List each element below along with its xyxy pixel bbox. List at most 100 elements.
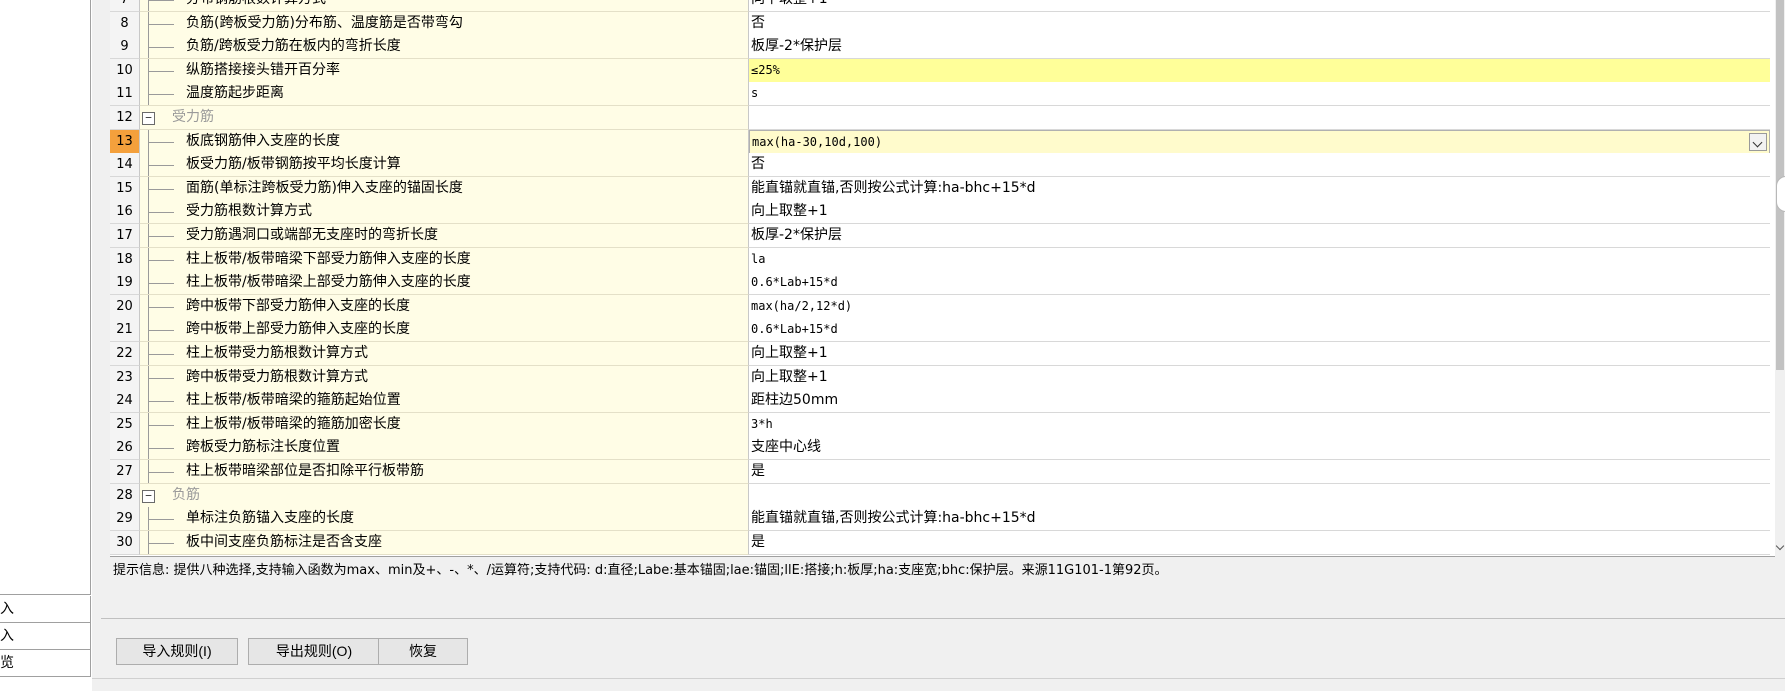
sidebar-item-input-2[interactable]: 输入 (0, 623, 91, 650)
rule-name-cell[interactable]: 跨中板带受力筋根数计算方式 (140, 365, 749, 390)
row-number[interactable]: 10 (110, 58, 140, 83)
rule-name-cell[interactable]: 跨板受力筋标注长度位置 (140, 436, 749, 461)
table-row[interactable]: 14 板受力筋/板带钢筋按平均长度计算 否 (110, 153, 1775, 178)
rule-name-cell[interactable]: 柱上板带/板带暗梁的箍筋起始位置 (140, 389, 749, 414)
rule-value-cell[interactable]: 能直锚就直锚,否则按公式计算:ha-bhc+15*d (749, 507, 1770, 532)
table-row[interactable]: 8 负筋(跨板受力筋)分布筋、温度筋是否带弯勾 否 (110, 11, 1775, 36)
row-number[interactable]: 13 (110, 129, 140, 154)
table-row[interactable]: 16 受力筋根数计算方式 向上取整+1 (110, 200, 1775, 225)
rule-value-cell[interactable] (749, 106, 1770, 130)
chevron-down-icon[interactable] (1749, 132, 1767, 151)
row-number[interactable]: 23 (110, 365, 140, 390)
rule-value-cell[interactable]: 是 (749, 530, 1770, 555)
rule-name-cell[interactable]: 受力筋根数计算方式 (140, 200, 749, 225)
table-row[interactable]: 11 温度筋起步距离 s (110, 82, 1775, 107)
floating-handle[interactable] (1776, 176, 1785, 212)
rule-name-cell[interactable]: 温度筋起步距离 (140, 82, 749, 107)
table-row[interactable]: 13 板底钢筋伸入支座的长度 max(ha-30,10d,100) (110, 129, 1775, 154)
row-number[interactable]: 28 (110, 483, 140, 508)
row-number[interactable]: 29 (110, 507, 140, 532)
rule-value-cell[interactable]: 是 (749, 460, 1770, 484)
rule-name-cell[interactable]: 负筋(跨板受力筋)分布筋、温度筋是否带弯勾 (140, 11, 749, 36)
table-row[interactable]: 10 纵筋搭接接头错开百分率 ≤25% (110, 58, 1775, 83)
group-row[interactable]: 28− 负筋 (110, 483, 1775, 508)
table-row[interactable]: 19 柱上板带/板带暗梁上部受力筋伸入支座的长度 0.6*Lab+15*d (110, 271, 1775, 296)
rule-value-combobox[interactable]: max(ha-30,10d,100) (749, 129, 1770, 154)
table-row[interactable]: 24 柱上板带/板带暗梁的箍筋起始位置 距柱边50mm (110, 389, 1775, 414)
row-number[interactable]: 24 (110, 389, 140, 414)
table-row[interactable]: 25 柱上板带/板带暗梁的箍筋加密长度 3*h (110, 412, 1775, 437)
rule-name-cell[interactable]: 跨中板带下部受力筋伸入支座的长度 (140, 294, 749, 319)
rule-name-cell[interactable]: 柱上板带受力筋根数计算方式 (140, 342, 749, 366)
rule-value-cell[interactable]: 向下取整+1 (749, 0, 1770, 12)
rule-value-cell[interactable]: 向上取整+1 (749, 365, 1770, 390)
table-row[interactable]: 15 面筋(单标注跨板受力筋)伸入支座的锚固长度 能直锚就直锚,否则按公式计算:ha… (110, 176, 1775, 201)
table-row[interactable]: 30 板中间支座负筋标注是否含支座 是 (110, 530, 1775, 555)
rule-value-cell[interactable]: 0.6*Lab+15*d (749, 318, 1770, 343)
import-rules-button[interactable]: 导入规则(I) (116, 638, 238, 665)
rule-name-cell[interactable]: 柱上板带暗梁部位是否扣除平行板带筋 (140, 460, 749, 484)
rule-value-cell[interactable] (749, 483, 1770, 508)
row-number[interactable]: 15 (110, 176, 140, 201)
rule-value-cell[interactable]: 否 (749, 11, 1770, 36)
table-row[interactable]: 29 单标注负筋锚入支座的长度 能直锚就直锚,否则按公式计算:ha-bhc+15*d (110, 507, 1775, 532)
rule-value-cell[interactable]: ≤25% (749, 58, 1770, 83)
row-number[interactable]: 8 (110, 11, 140, 36)
collapse-icon[interactable]: − (142, 112, 155, 125)
row-number[interactable]: 17 (110, 224, 140, 248)
export-rules-button[interactable]: 导出规则(O) (248, 638, 380, 665)
rule-name-cell[interactable]: 单标注负筋锚入支座的长度 (140, 507, 749, 532)
row-number[interactable]: 16 (110, 200, 140, 225)
row-number[interactable]: 9 (110, 35, 140, 60)
table-row[interactable]: 20 跨中板带下部受力筋伸入支座的长度 max(ha/2,12*d) (110, 294, 1775, 319)
row-number[interactable]: 18 (110, 247, 140, 272)
rule-value-cell[interactable]: 3*h (749, 412, 1770, 437)
row-number[interactable]: 12 (110, 106, 140, 130)
row-number[interactable]: 7 (110, 0, 140, 12)
rule-name-cell[interactable]: 板受力筋/板带钢筋按平均长度计算 (140, 153, 749, 178)
table-row[interactable]: 7 分布钢筋根数计算方式 向下取整+1 (110, 0, 1775, 12)
row-number[interactable]: 21 (110, 318, 140, 343)
table-row[interactable]: 22 柱上板带受力筋根数计算方式 向上取整+1 (110, 342, 1775, 366)
rule-name-cell[interactable]: 柱上板带/板带暗梁上部受力筋伸入支座的长度 (140, 271, 749, 296)
row-number[interactable]: 25 (110, 412, 140, 437)
rule-value-cell[interactable]: max(ha/2,12*d) (749, 294, 1770, 319)
table-row[interactable]: 27 柱上板带暗梁部位是否扣除平行板带筋 是 (110, 460, 1775, 484)
scroll-down-arrow-icon[interactable] (1775, 541, 1785, 555)
row-number[interactable]: 30 (110, 530, 140, 555)
rule-value-cell[interactable]: 向上取整+1 (749, 200, 1770, 225)
restore-button[interactable]: 恢复 (378, 638, 468, 665)
table-row[interactable]: 26 跨板受力筋标注长度位置 支座中心线 (110, 436, 1775, 461)
rule-name-cell[interactable]: 板底钢筋伸入支座的长度 (140, 129, 749, 154)
sidebar-item-input-1[interactable]: 输入 (0, 596, 91, 623)
rule-value-cell[interactable]: 能直锚就直锚,否则按公式计算:ha-bhc+15*d (749, 176, 1770, 201)
rule-name-cell[interactable]: 跨中板带上部受力筋伸入支座的长度 (140, 318, 749, 343)
group-row[interactable]: 12− 受力筋 (110, 106, 1775, 130)
collapse-icon[interactable]: − (142, 489, 155, 503)
sidebar-item-preview[interactable]: 预览 (0, 650, 91, 677)
row-number[interactable]: 11 (110, 82, 140, 107)
rule-value-cell[interactable]: la (749, 247, 1770, 272)
row-number[interactable]: 27 (110, 460, 140, 484)
rule-name-cell[interactable]: 负筋/跨板受力筋在板内的弯折长度 (140, 35, 749, 60)
rule-name-cell[interactable]: 受力筋遇洞口或端部无支座时的弯折长度 (140, 224, 749, 248)
rule-value-cell[interactable]: 板厚-2*保护层 (749, 35, 1770, 60)
rule-value-cell[interactable]: 向上取整+1 (749, 342, 1770, 366)
rule-name-cell[interactable]: 分布钢筋根数计算方式 (140, 0, 749, 12)
rule-name-cell[interactable]: 纵筋搭接接头错开百分率 (140, 58, 749, 83)
row-number[interactable]: 14 (110, 153, 140, 178)
rule-name-cell[interactable]: − 负筋 (140, 483, 749, 508)
rule-value-cell[interactable]: 否 (749, 153, 1770, 178)
sidebar-tree-pane[interactable] (0, 0, 91, 595)
row-number[interactable]: 22 (110, 342, 140, 366)
rule-name-cell[interactable]: 柱上板带/板带暗梁下部受力筋伸入支座的长度 (140, 247, 749, 272)
table-row[interactable]: 18 柱上板带/板带暗梁下部受力筋伸入支座的长度 la (110, 247, 1775, 272)
table-row[interactable]: 21 跨中板带上部受力筋伸入支座的长度 0.6*Lab+15*d (110, 318, 1775, 343)
rule-name-cell[interactable]: − 受力筋 (140, 106, 749, 130)
rule-name-cell[interactable]: 柱上板带/板带暗梁的箍筋加密长度 (140, 412, 749, 437)
rule-value-cell[interactable]: 距柱边50mm (749, 389, 1770, 414)
rule-value-cell[interactable]: 支座中心线 (749, 436, 1770, 461)
table-row[interactable]: 9 负筋/跨板受力筋在板内的弯折长度 板厚-2*保护层 (110, 35, 1775, 60)
rule-value-cell[interactable]: s (749, 82, 1770, 107)
row-number[interactable]: 19 (110, 271, 140, 296)
